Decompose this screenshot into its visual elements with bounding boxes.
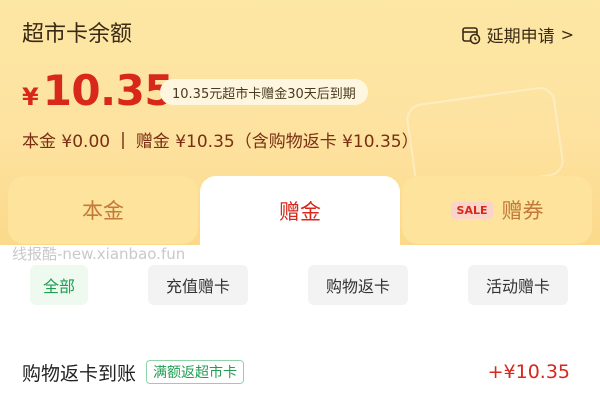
page-title: 超市卡余额 [22,22,133,47]
tab-coupons[interactable]: SALE 赠券 [402,176,592,244]
tab-bonus[interactable]: 赠金 [200,176,400,246]
filter-shopping-rebate[interactable]: 购物返卡 [308,265,408,305]
tab-label: 本金 [82,199,124,223]
bonus-text: 赠金 ¥10.35（含购物返卡 ¥10.35） [135,132,419,152]
balance-value: 10.35 [42,66,174,115]
sale-badge: SALE [450,201,494,219]
filter-chips: 全部 充值赠卡 购物返卡 活动赠卡 [0,265,600,305]
filter-activity-gift[interactable]: 活动赠卡 [468,265,568,305]
extend-application-button[interactable]: 延期申请 > [461,22,574,47]
expire-notice-badge: 10.35元超市卡赠金30天后到期 [160,79,368,105]
tab-label: 赠金 [279,200,321,224]
record-tag: 满额返超市卡 [146,360,245,384]
tab-label: 赠券 [501,199,544,223]
record-title: 购物返卡到账 [22,362,137,385]
principal-text: 本金 ¥0.00 [22,132,111,152]
chevron-right-icon: > [560,25,574,44]
tab-principal[interactable]: 本金 [8,176,198,244]
balance-summary: 本金 ¥0.00 | 赠金 ¥10.35（含购物返卡 ¥10.35） [22,127,419,153]
calendar-clock-icon [461,26,480,44]
record-amount: +¥10.35 [487,361,570,383]
filter-recharge-gift[interactable]: 充值赠卡 [148,265,248,305]
summary-separator: | [120,129,126,150]
filter-all[interactable]: 全部 [30,265,88,305]
extend-label: 延期申请 [486,27,555,47]
watermark-text: 线报酷-new.xianbao.fun [12,245,186,263]
balance-amount: ¥ 10.35 [22,66,174,115]
currency-symbol: ¥ [22,83,39,111]
balance-tabs: 本金 赠金 SALE 赠券 [0,176,600,246]
list-item[interactable]: 购物返卡到账 满额返超市卡 +¥10.35 [22,356,570,388]
